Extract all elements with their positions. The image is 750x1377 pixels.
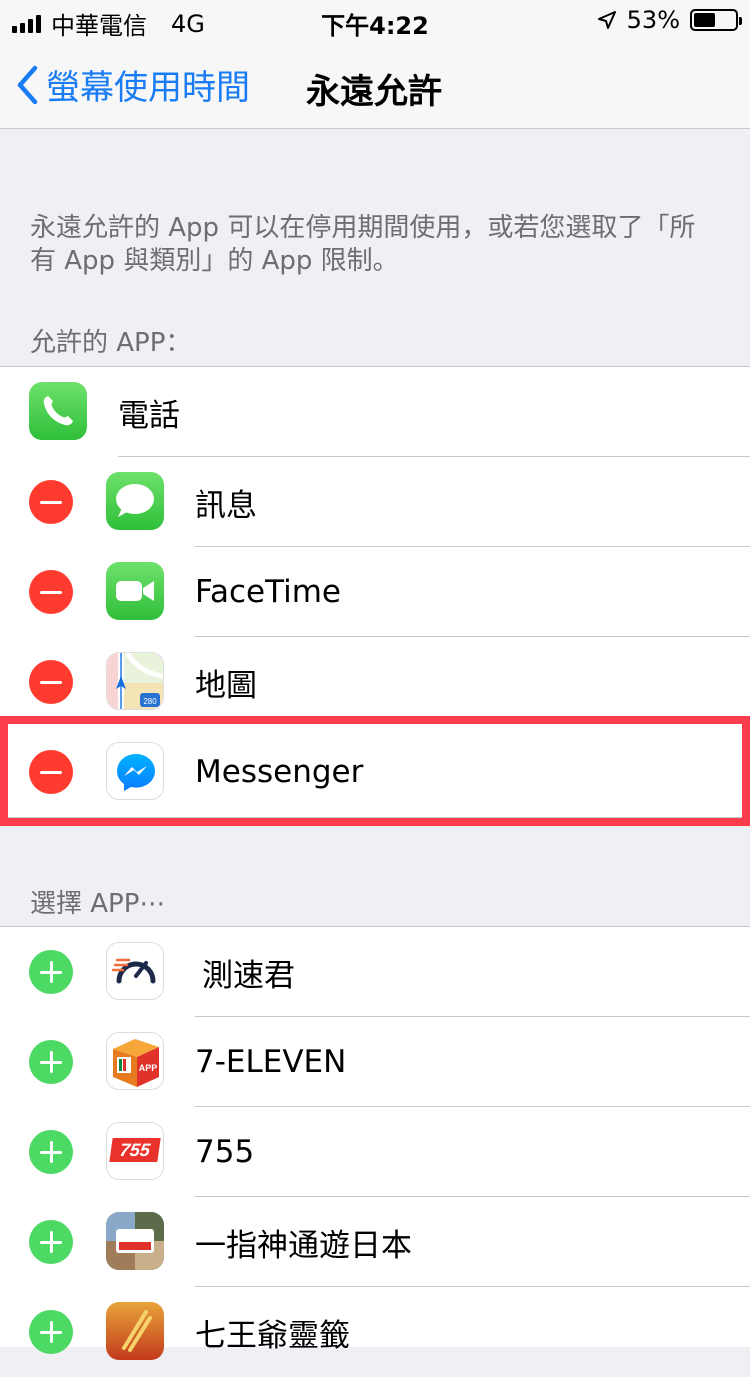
seven-eleven-icon: APP: [106, 1032, 164, 1090]
status-bar: 中華電信 4G 下午4:22 53%: [0, 0, 750, 40]
phone-icon: [29, 382, 87, 440]
list-item: 七王爺靈籤: [0, 1287, 750, 1377]
remove-button[interactable]: [29, 660, 73, 704]
app-755-icon-text: 755: [109, 1138, 161, 1162]
back-button[interactable]: 螢幕使用時間: [16, 60, 250, 109]
app-755-icon: 755: [106, 1122, 164, 1180]
remove-button[interactable]: [29, 750, 73, 794]
back-label: 螢幕使用時間: [46, 68, 250, 108]
list-item: FaceTime: [0, 547, 750, 637]
svg-text:APP: APP: [139, 1063, 158, 1073]
list-item[interactable]: 電話: [0, 367, 750, 457]
choose-apps-list: 測速君 APP 7-ELEVEN 755 755 一指神通遊日本 七王爺靈籤: [0, 926, 750, 1360]
add-button[interactable]: [29, 1040, 73, 1084]
navigation-bar: 螢幕使用時間 永遠允許: [0, 40, 750, 129]
list-item: 測速君: [0, 927, 750, 1017]
messages-icon: [106, 472, 164, 530]
messenger-icon: [106, 742, 164, 800]
add-button[interactable]: [29, 1130, 73, 1174]
allowed-section-header: 允許的 APP：: [30, 328, 192, 358]
facetime-icon: [106, 562, 164, 620]
app-label: Messenger: [195, 754, 364, 790]
speedtest-icon: [106, 942, 164, 1000]
battery-icon: [690, 9, 742, 31]
app-label: FaceTime: [195, 574, 341, 610]
add-button[interactable]: [29, 950, 73, 994]
choose-section-header: 選擇 APP⋯: [30, 889, 166, 919]
add-button[interactable]: [29, 1220, 73, 1264]
status-right: 53%: [597, 6, 742, 34]
remove-button[interactable]: [29, 480, 73, 524]
list-item: 280 地圖: [0, 637, 750, 727]
app-label: 測速君: [202, 957, 295, 994]
app-label: 電話: [118, 397, 180, 434]
battery-percent: 53%: [626, 6, 680, 34]
svg-text:280: 280: [143, 697, 157, 706]
chevron-left-icon: [17, 65, 38, 104]
list-item: APP 7-ELEVEN: [0, 1017, 750, 1107]
description-text: 永遠允許的 App 可以在停用期間使用，或若您選取了「所有 App 與類別」的 …: [30, 213, 696, 276]
allowed-apps-list: 電話 訊息 FaceTime 280 地圖 Messenger: [0, 366, 750, 818]
app-label: 訊息: [195, 487, 257, 524]
list-item: 755 755: [0, 1107, 750, 1197]
list-item: 一指神通遊日本: [0, 1197, 750, 1287]
app-label: 755: [195, 1134, 255, 1170]
remove-button[interactable]: [29, 570, 73, 614]
japan-travel-icon: [106, 1212, 164, 1270]
add-button[interactable]: [29, 1310, 73, 1354]
app-label: 7-ELEVEN: [195, 1044, 347, 1080]
list-item: Messenger: [0, 727, 750, 817]
page-title: 永遠允許: [306, 72, 442, 112]
app-label: 地圖: [195, 667, 257, 704]
list-item: 訊息: [0, 457, 750, 547]
maps-icon: 280: [106, 652, 164, 710]
location-icon: [597, 11, 616, 29]
app-label: 一指神通遊日本: [195, 1227, 412, 1264]
app-label: 七王爺靈籤: [195, 1317, 350, 1354]
fortune-sticks-icon: [106, 1302, 164, 1360]
